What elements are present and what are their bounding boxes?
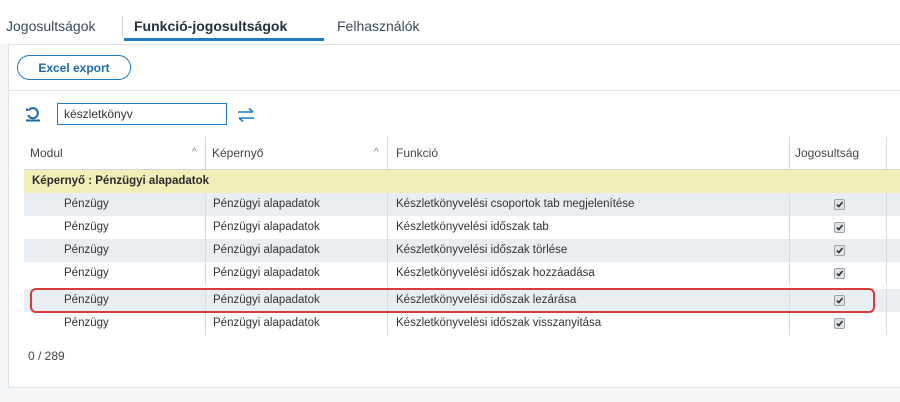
check-icon [836,297,844,304]
table-header: Modul ^ Képernyő ^ Funkció Jogosultság [24,137,900,169]
cell-kepernyo: Pénzügyi alapadatok [213,267,320,279]
column-divider [886,239,887,262]
column-divider [789,137,790,169]
column-divider [387,137,388,169]
column-divider [387,312,388,335]
tab-felhasznalok[interactable]: Felhasználók [337,18,420,34]
permission-checkbox[interactable] [834,295,845,306]
column-divider [205,239,206,262]
check-icon [836,247,844,254]
excel-export-button[interactable]: Excel export [17,55,131,80]
cell-kepernyo: Pénzügyi alapadatok [213,317,320,329]
table-row[interactable]: Pénzügy Pénzügyi alapadatok Készletkönyv… [24,239,900,262]
column-divider [789,193,790,216]
column-divider [387,216,388,239]
column-divider [387,289,388,312]
pagination-count: 0 / 289 [28,349,65,363]
sort-up-icon[interactable]: ^ [192,137,197,169]
cell-funkcio: Készletkönyvelési időszak törlése [396,244,568,256]
active-tab-underline [124,38,324,41]
column-header-kepernyo[interactable]: Képernyő [212,137,263,169]
column-divider [886,289,887,312]
cell-modul: Pénzügy [64,221,109,233]
column-header-funkcio[interactable]: Funkció [396,137,438,169]
tab-bar: Jogosultságok Funkció-jogosultságok Felh… [0,0,900,44]
permission-checkbox[interactable] [834,318,845,329]
tab-divider [122,16,123,36]
permission-checkbox[interactable] [834,245,845,256]
column-divider [205,216,206,239]
column-divider [205,312,206,335]
column-divider [205,193,206,216]
cell-modul: Pénzügy [64,294,109,306]
check-icon [836,201,844,208]
cell-funkcio: Készletkönyvelési időszak lezárása [396,294,577,306]
group-row[interactable]: Képernyő : Pénzügyi alapadatok [24,170,900,193]
table-row[interactable]: Pénzügy Pénzügyi alapadatok Készletkönyv… [24,312,900,335]
cell-funkcio: Készletkönyvelési időszak tab [396,221,549,233]
column-divider [789,262,790,285]
cell-funkcio: Készletkönyvelési csoportok tab megjelen… [396,198,635,210]
cell-modul: Pénzügy [64,267,109,279]
column-divider [886,216,887,239]
column-divider [205,262,206,285]
column-divider [789,239,790,262]
cell-modul: Pénzügy [64,198,109,210]
table-row[interactable]: Pénzügy Pénzügyi alapadatok Készletkönyv… [24,193,900,216]
check-icon [836,320,844,327]
column-header-modul[interactable]: Modul [30,137,63,169]
table-row-highlighted[interactable]: Pénzügy Pénzügyi alapadatok Készletkönyv… [24,289,900,312]
permission-checkbox[interactable] [834,268,845,279]
column-divider [387,193,388,216]
cell-modul: Pénzügy [64,317,109,329]
check-icon [836,224,844,231]
cell-funkcio: Készletkönyvelési időszak visszanyitása [396,317,602,329]
cell-kepernyo: Pénzügyi alapadatok [213,244,320,256]
cell-funkcio: Készletkönyvelési időszak hozzáadása [396,267,595,279]
toolbar: Excel export [8,44,900,91]
cell-kepernyo: Pénzügyi alapadatok [213,294,320,306]
table-row[interactable]: Pénzügy Pénzügyi alapadatok Készletkönyv… [24,262,900,285]
column-divider [789,289,790,312]
column-divider [789,216,790,239]
tab-jogosultsagok[interactable]: Jogosultságok [6,18,96,34]
search-input[interactable] [57,103,227,125]
column-divider [886,262,887,285]
cell-modul: Pénzügy [64,244,109,256]
swap-arrows-icon[interactable] [236,107,256,123]
permission-checkbox[interactable] [834,199,845,210]
cell-kepernyo: Pénzügyi alapadatok [213,221,320,233]
sort-up-icon[interactable]: ^ [374,137,379,169]
cell-kepernyo: Pénzügyi alapadatok [213,198,320,210]
column-divider [387,262,388,285]
permission-checkbox[interactable] [834,222,845,233]
column-divider [205,137,206,169]
column-divider [886,312,887,335]
column-header-jogosultsag[interactable]: Jogosultság [795,137,859,169]
column-divider [387,239,388,262]
column-divider [789,312,790,335]
check-icon [836,270,844,277]
refresh-icon[interactable] [24,104,42,122]
column-divider [886,137,887,169]
column-divider [886,193,887,216]
group-label: Képernyő : Pénzügyi alapadatok [32,175,210,187]
tab-funkcio-jogosultsagok[interactable]: Funkció-jogosultságok [134,18,287,34]
column-divider [205,289,206,312]
table-row[interactable]: Pénzügy Pénzügyi alapadatok Készletkönyv… [24,216,900,239]
